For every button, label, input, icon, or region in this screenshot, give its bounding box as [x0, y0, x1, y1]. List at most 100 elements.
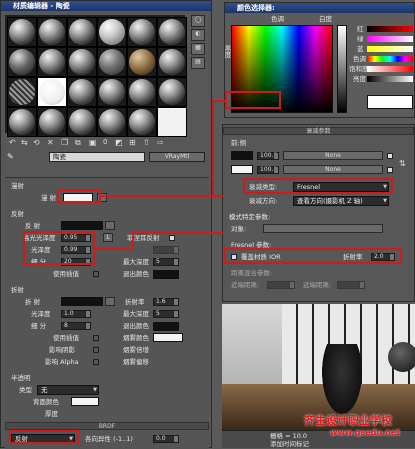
translucent-type-select[interactable]: 无: [37, 385, 99, 395]
object-label: 对象:: [231, 225, 247, 233]
front-map-button[interactable]: None: [283, 151, 383, 160]
sample-slot[interactable]: [127, 107, 157, 137]
get-material-icon[interactable]: ↶: [9, 138, 16, 147]
sample-slot[interactable]: [67, 107, 97, 137]
sample-slot[interactable]: [37, 17, 67, 47]
go-parent-icon[interactable]: ⇧: [143, 138, 150, 147]
refract-use-interp-checkbox[interactable]: [93, 335, 99, 341]
sample-slot[interactable]: [127, 47, 157, 77]
near-label: 近端距离:: [231, 281, 260, 289]
sample-slot[interactable]: [67, 77, 97, 107]
material-type-button[interactable]: VRayMtl: [149, 152, 205, 162]
side-map-checkbox[interactable]: [387, 167, 393, 173]
sample-slot[interactable]: [157, 17, 187, 47]
front-amount-spinner[interactable]: 100.0: [257, 152, 279, 160]
front-map-checkbox[interactable]: [387, 153, 393, 159]
sample-slot[interactable]: [97, 17, 127, 47]
falloff-dir-label: 衰减方向:: [249, 197, 278, 205]
channel-blue-label: 蓝: [357, 45, 364, 53]
use-interp-checkbox[interactable]: [93, 271, 99, 277]
show-map-icon[interactable]: ◩: [115, 138, 123, 147]
diffuse-label: 漫 射: [41, 194, 57, 202]
color-selector-title: 颜色选择器:: [225, 3, 414, 13]
sample-slot[interactable]: [7, 47, 37, 77]
channel-sat-bar[interactable]: [367, 66, 413, 72]
sample-slot[interactable]: [157, 107, 187, 137]
background-icon[interactable]: ▦: [191, 43, 205, 55]
show-end-icon[interactable]: ⊞: [129, 138, 136, 147]
brdf-rollout[interactable]: BRDF: [5, 422, 209, 430]
hue-label: 色调: [271, 15, 284, 23]
fog-color-swatch[interactable]: [153, 333, 183, 342]
fresnel-reflect-checkbox[interactable]: [169, 235, 175, 241]
sample-slot[interactable]: [7, 17, 37, 47]
refract-map-button[interactable]: [105, 297, 115, 306]
sample-slot[interactable]: [37, 47, 67, 77]
hilight-lock-button[interactable]: L: [103, 233, 113, 242]
max-depth-spinner[interactable]: 5: [153, 258, 179, 266]
eyedropper-icon[interactable]: ✎: [7, 152, 14, 161]
refract-exit-swatch[interactable]: [153, 322, 179, 331]
channel-value-bar[interactable]: [367, 76, 413, 82]
anisotropy-spinner[interactable]: 0.0: [153, 435, 179, 443]
sample-slot[interactable]: [7, 77, 37, 107]
put-to-scene-icon[interactable]: ⇆: [21, 138, 28, 147]
far-spinner[interactable]: [337, 281, 365, 289]
channel-blue-bar[interactable]: [367, 46, 413, 52]
sample-slot[interactable]: [97, 47, 127, 77]
channel-hue-bar[interactable]: [367, 56, 413, 62]
reset-icon[interactable]: ✕: [47, 138, 54, 147]
sample-slot[interactable]: [157, 47, 187, 77]
exit-color-swatch[interactable]: [153, 270, 179, 279]
channel-red-bar[interactable]: [367, 26, 413, 32]
copy-icon[interactable]: ❐: [61, 138, 68, 147]
sample-slot[interactable]: [67, 47, 97, 77]
falloff-dir-select[interactable]: 查看方向(摄影机 Z 轴): [293, 196, 389, 206]
material-toolbar: ↶ ⇆ ⟲ ✕ ❐ ⧉ ▣ 0 ◩ ⊞ ⇧ ⇨: [5, 137, 209, 149]
swap-icon[interactable]: ⇅: [399, 159, 406, 168]
near-spinner[interactable]: [267, 281, 295, 289]
unique-icon[interactable]: ⧉: [75, 138, 81, 148]
sample-slot[interactable]: [127, 77, 157, 107]
sample-slot[interactable]: [67, 17, 97, 47]
backlight-icon[interactable]: ◐: [191, 29, 205, 41]
refract-gloss-spinner[interactable]: 1.0: [61, 310, 91, 318]
sample-slot[interactable]: [37, 107, 67, 137]
reflect-color-swatch[interactable]: [61, 221, 103, 230]
put-library-icon[interactable]: ▣: [89, 138, 97, 147]
sample-slot[interactable]: [157, 77, 187, 107]
sample-type-icon[interactable]: ◯: [191, 15, 205, 27]
assign-icon[interactable]: ⟲: [33, 138, 40, 147]
sample-slot[interactable]: [97, 107, 127, 137]
add-time-tag-label: 添加时间标记: [270, 440, 309, 448]
affect-shadows-checkbox[interactable]: [93, 347, 99, 353]
material-name-field[interactable]: 陶瓷: [49, 152, 145, 162]
connector-line: [132, 232, 224, 234]
backside-color-swatch[interactable]: [71, 397, 99, 406]
refract-subdivs-spinner[interactable]: 8: [61, 322, 91, 330]
side-amount-spinner[interactable]: 100.0: [257, 166, 279, 174]
channel-green-bar[interactable]: [367, 36, 413, 42]
reflect-map-button[interactable]: [105, 221, 115, 230]
side-color-swatch[interactable]: [231, 165, 253, 174]
material-id-icon[interactable]: 0: [103, 138, 107, 146]
material-name-text: 陶瓷: [53, 153, 66, 161]
whiteness-bar[interactable]: [337, 25, 347, 113]
uv-tiling-icon[interactable]: ▤: [191, 57, 205, 69]
connector-line: [212, 100, 226, 102]
sample-slot[interactable]: [7, 107, 37, 137]
affect-alpha-checkbox[interactable]: [93, 359, 99, 365]
sample-slot[interactable]: [37, 77, 67, 107]
diffuse-section-title: 漫射: [11, 182, 24, 190]
refract-color-swatch[interactable]: [61, 297, 103, 306]
falloff-rollout[interactable]: 衰减参数: [223, 127, 414, 135]
refract-ior-spinner[interactable]: 1.6: [153, 298, 179, 306]
go-sibling-icon[interactable]: ⇨: [157, 138, 164, 147]
sample-slot[interactable]: [127, 17, 157, 47]
front-color-swatch[interactable]: [231, 151, 253, 160]
refract-max-depth-spinner[interactable]: 5: [153, 310, 179, 318]
object-pick-button[interactable]: [263, 224, 383, 233]
side-map-button[interactable]: None: [283, 165, 383, 174]
sample-slot[interactable]: [97, 77, 127, 107]
fresnel-ior-spinner[interactable]: [153, 246, 179, 254]
